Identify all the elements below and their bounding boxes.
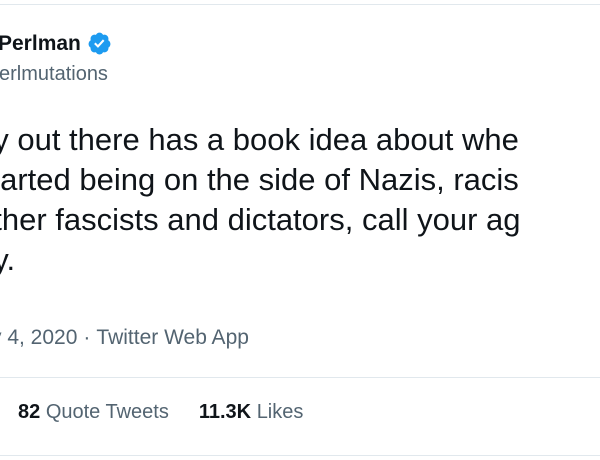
tweet-text-line-1: dy out there has a book idea about whe: [0, 122, 519, 157]
quote-tweets-stat[interactable]: 82 Quote Tweets: [18, 401, 169, 424]
author-name[interactable]: Perlman: [0, 31, 112, 56]
tweet-text-line-2: started being on the side of Nazis, raci…: [0, 162, 519, 197]
tweet-meta: y 4, 2020 ·Twitter Web App: [0, 326, 249, 350]
quote-tweets-count: 82: [18, 401, 41, 423]
meta-separator: ·: [83, 326, 91, 349]
likes-count: 11.3K: [198, 401, 252, 423]
likes-stat[interactable]: 11.3K Likes: [199, 401, 304, 424]
author-name-text[interactable]: Perlman: [0, 32, 81, 56]
top-border: [0, 4, 600, 5]
tweet-date[interactable]: y 4, 2020: [0, 326, 77, 349]
stats-divider: [0, 377, 600, 378]
likes-label: Likes: [256, 401, 304, 423]
tweet-stats: s82 Quote Tweets11.3K Likes: [0, 401, 303, 424]
tweet-card: Perlman erlmutations dy out there has a …: [0, 0, 600, 460]
tweet-text-line-4: ay.: [0, 242, 16, 277]
bottom-border: [0, 455, 600, 456]
tweet-text-line-3: other fascists and dictators, call your …: [0, 202, 521, 237]
tweet-text: dy out there has a book idea about whe s…: [0, 120, 600, 280]
verified-badge-icon: [87, 31, 112, 56]
quote-tweets-label: Quote Tweets: [45, 401, 169, 423]
author-handle[interactable]: erlmutations: [0, 63, 108, 86]
tweet-source[interactable]: Twitter Web App: [96, 326, 249, 349]
